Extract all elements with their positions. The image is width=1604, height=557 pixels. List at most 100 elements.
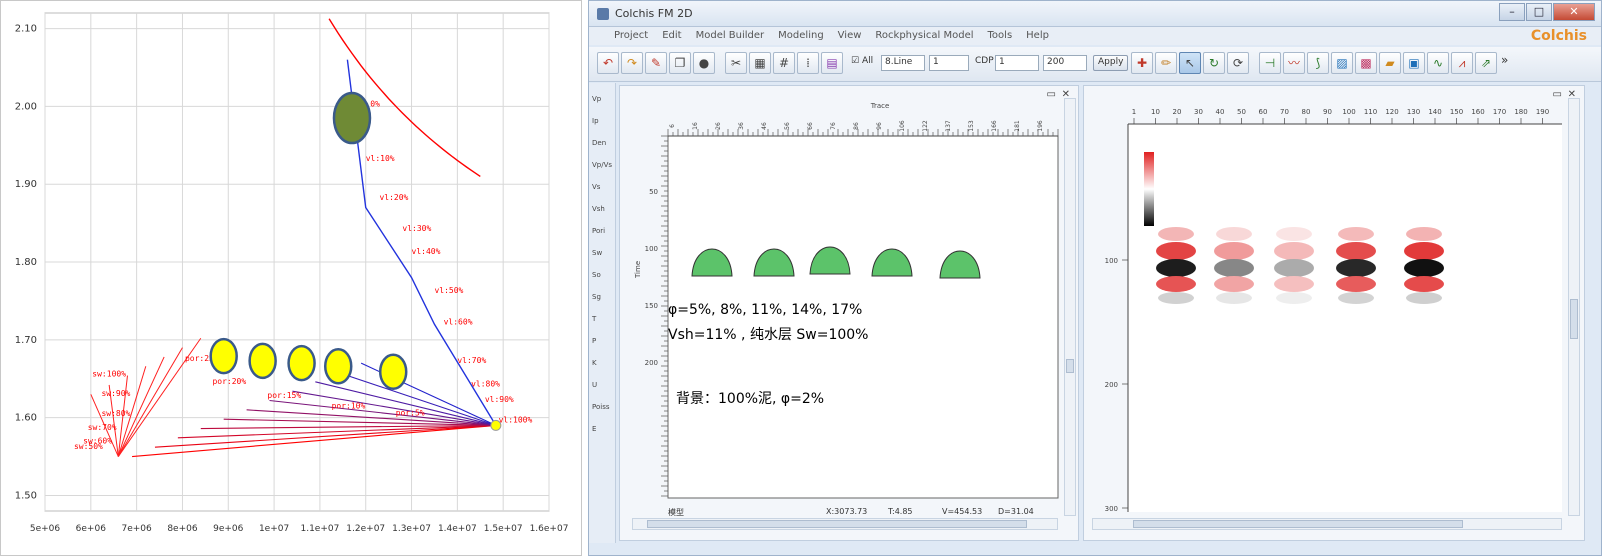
apply-button[interactable]: Apply — [1093, 55, 1129, 71]
rotate-icon[interactable]: ↻ — [1203, 52, 1225, 74]
menu-item-view[interactable]: View — [831, 27, 869, 44]
color-model-icon[interactable]: ▩ — [1355, 52, 1377, 74]
horizon-icon[interactable]: 〰 — [1283, 52, 1305, 74]
menu-item-project[interactable]: Project — [607, 27, 655, 44]
maximize-button[interactable]: □ — [1526, 3, 1552, 21]
sw-label: sw:90% — [101, 389, 130, 398]
event-red-top — [1338, 227, 1374, 241]
cdp-end-field[interactable]: 200 — [1043, 55, 1087, 71]
layer-icon[interactable]: ▨ — [1331, 52, 1353, 74]
refresh-icon[interactable]: ⟳ — [1227, 52, 1249, 74]
seismic-hscroll-thumb[interactable] — [1133, 520, 1463, 528]
pencil-icon[interactable]: ✏ — [1155, 52, 1177, 74]
folder-icon[interactable]: ▰ — [1379, 52, 1401, 74]
menu-item-rockphysical-model[interactable]: Rockphysical Model — [868, 27, 980, 44]
grid-icon[interactable]: # — [773, 52, 795, 74]
menu-item-tools[interactable]: Tools — [981, 27, 1020, 44]
model-hscroll[interactable] — [632, 518, 1058, 530]
toolbar: ↶ ↷ ✎ ❐ ● ✂ ▦ # ⁞ ▤ ☑ All 8.Line 1 CDP 1… — [589, 47, 1601, 82]
menu-item-modeling[interactable]: Modeling — [771, 27, 831, 44]
vl-label: vl:70% — [457, 356, 486, 365]
porosity-annotation: φ=5%, 8%, 11%, 14%, 17% — [668, 302, 863, 318]
all-checkbox[interactable]: ☑ All — [851, 56, 873, 66]
seismic-hscroll[interactable] — [1092, 518, 1562, 530]
sidebar-item-k[interactable]: K — [592, 359, 597, 367]
sidebar-item-p[interactable]: P — [592, 337, 596, 345]
seismic-vscroll[interactable] — [1568, 98, 1580, 516]
y-tick-label: 2.00 — [15, 101, 37, 112]
mode-select[interactable]: 8.Line — [881, 55, 925, 71]
sidebar-item-so[interactable]: So — [592, 271, 601, 279]
top-ruler-label: 96 — [876, 122, 883, 130]
record-icon[interactable]: ● — [693, 52, 715, 74]
event-red — [1336, 242, 1376, 260]
status-t: T:4.85 — [888, 507, 913, 516]
event-fade — [1406, 292, 1442, 304]
brush-icon[interactable]: ✎ — [645, 52, 667, 74]
y-tick-label: 1.70 — [15, 335, 37, 346]
cut-icon[interactable]: ✂ — [725, 52, 747, 74]
line-field[interactable]: 1 — [929, 55, 969, 71]
sidebar-item-sg[interactable]: Sg — [592, 293, 601, 301]
sidebar-item-vpvs[interactable]: Vp/Vs — [592, 161, 612, 169]
palette-icon[interactable]: ▤ — [821, 52, 843, 74]
model-hscroll-thumb[interactable] — [647, 520, 1027, 528]
por-label: por:5% — [396, 408, 425, 417]
fault-icon[interactable]: ⟆ — [1307, 52, 1329, 74]
left-ruler-label: 200 — [645, 359, 658, 367]
top-ruler-label: 26 — [715, 122, 722, 130]
x-tick-label: 1.5e+07 — [484, 524, 523, 534]
window-title: Colchis FM 2D — [615, 7, 693, 20]
chart-icon[interactable]: ▣ — [1403, 52, 1425, 74]
vl-label: 0% — [370, 99, 380, 108]
redo-icon[interactable]: ↷ — [621, 52, 643, 74]
menu-item-edit[interactable]: Edit — [655, 27, 688, 44]
sidebar-item-e[interactable]: E — [592, 425, 596, 433]
event-red-bottom — [1404, 276, 1444, 292]
vl-label: vl:10% — [366, 154, 395, 163]
colorbar — [1144, 152, 1154, 226]
sidebar-item-t[interactable]: T — [592, 315, 596, 323]
undo-icon[interactable]: ↶ — [597, 52, 619, 74]
more-tools-icon[interactable]: » — [1501, 53, 1508, 67]
menu-item-help[interactable]: Help — [1019, 27, 1056, 44]
minimize-button[interactable]: – — [1499, 3, 1525, 21]
pick-icon[interactable]: ✚ — [1131, 52, 1153, 74]
sidebar-item-vsh[interactable]: Vsh — [592, 205, 605, 213]
sidebar-item-ip[interactable]: Ip — [592, 117, 599, 125]
model-vscroll-thumb[interactable] — [1066, 359, 1074, 373]
graph-icon[interactable]: ⩘ — [1451, 52, 1473, 74]
title-bar: Colchis FM 2D – □ ✕ — [589, 1, 1601, 27]
sw-label: sw:70% — [88, 423, 117, 432]
seismic-top-label: 130 — [1407, 108, 1420, 116]
sidebar-item-den[interactable]: Den — [592, 139, 606, 147]
well-icon[interactable]: ⊣ — [1259, 52, 1281, 74]
sidebar-item-u[interactable]: U — [592, 381, 597, 389]
brand-logo: Colchis — [1530, 28, 1587, 44]
app-icon — [597, 8, 609, 20]
sw-label: sw:80% — [101, 409, 130, 418]
sidebar-item-sw[interactable]: Sw — [592, 249, 602, 257]
left-ruler-label: 50 — [649, 188, 658, 196]
status-mode: 模型 — [668, 508, 684, 517]
sidebar-item-poiss[interactable]: Poiss — [592, 403, 610, 411]
left-axis-title: Time — [634, 261, 642, 279]
seismic-vscroll-thumb[interactable] — [1570, 299, 1578, 339]
sidebar-item-vs[interactable]: Vs — [592, 183, 600, 191]
close-button[interactable]: ✕ — [1553, 3, 1595, 21]
seismic-top-label: 10 — [1151, 108, 1160, 116]
table-icon[interactable]: ▦ — [749, 52, 771, 74]
sidebar-item-pori[interactable]: Pori — [592, 227, 605, 235]
wavelet-icon[interactable]: ∿ — [1427, 52, 1449, 74]
cdp-start-field[interactable]: 1 — [995, 55, 1039, 71]
export-icon[interactable]: ⇗ — [1475, 52, 1497, 74]
menu-item-model-builder[interactable]: Model Builder — [689, 27, 772, 44]
copy-icon[interactable]: ❐ — [669, 52, 691, 74]
dots-icon[interactable]: ⁞ — [797, 52, 819, 74]
x-tick-label: 1.1e+07 — [300, 524, 339, 534]
top-ruler-label: 16 — [692, 122, 699, 130]
vl-label: vl:60% — [444, 317, 473, 326]
pointer-icon[interactable]: ↖ — [1179, 52, 1201, 74]
model-vscroll[interactable] — [1064, 98, 1076, 516]
sidebar-item-vp[interactable]: Vp — [592, 95, 601, 103]
